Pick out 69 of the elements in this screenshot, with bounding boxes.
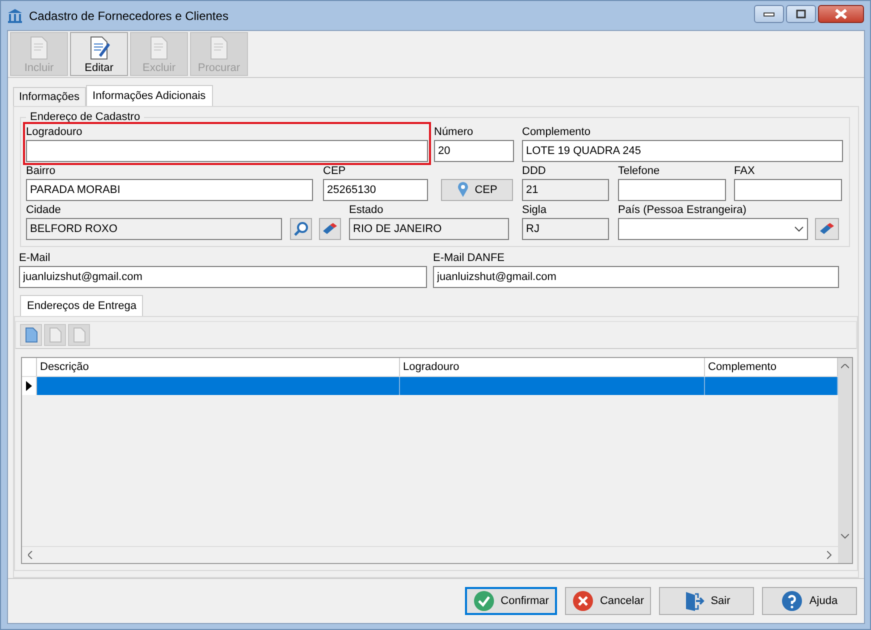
document-icon (47, 326, 63, 344)
field-label: E-Mail (19, 251, 52, 266)
input-field[interactable]: juanluizshut@gmail.com (433, 266, 839, 288)
field-label: Estado (349, 203, 384, 218)
input-field[interactable] (734, 179, 842, 201)
input-field[interactable]: BELFORD ROXO (26, 218, 282, 240)
footer-button[interactable]: Confirmar (464, 587, 557, 615)
scroll-down-icon (841, 534, 849, 539)
field-label: CEP (323, 164, 347, 179)
field-label: FAX (734, 164, 756, 179)
column-header[interactable]: Logradouro (400, 358, 705, 376)
eraser-icon (322, 223, 338, 235)
input-field[interactable]: LOTE 19 QUADRA 245 (522, 140, 843, 162)
field-label: Logradouro (26, 125, 84, 140)
cancel-icon (572, 590, 594, 612)
field-label: Número (434, 125, 474, 140)
footer-button[interactable]: Cancelar (564, 587, 651, 615)
field-label: E-Mail DANFE (433, 251, 506, 266)
check-icon (472, 590, 495, 612)
toolbar-button[interactable]: Editar (70, 32, 128, 76)
field-label: Complemento (522, 125, 592, 140)
input-field[interactable]: 20 (434, 140, 514, 162)
row-pointer-icon (26, 381, 32, 391)
chevron-down-icon (794, 226, 804, 232)
column-header[interactable]: Descrição (37, 358, 400, 376)
group-title: Endereço de Cadastro (29, 111, 142, 123)
scroll-left-icon (28, 551, 33, 559)
help-icon (781, 590, 804, 612)
scroll-up-icon (841, 364, 849, 369)
field-label: País (Pessoa Estrangeira) (618, 203, 748, 218)
input-field[interactable]: RIO DE JANEIRO (349, 218, 509, 240)
field-label: DDD (522, 164, 547, 179)
input-field[interactable]: 25265130 (323, 179, 428, 201)
vertical-scrollbar[interactable] (838, 358, 852, 563)
document-icon (71, 326, 87, 344)
footer-button[interactable]: Sair (659, 587, 754, 615)
eraser-button[interactable] (815, 218, 839, 240)
window-title: Cadastro de Fornecedores e Clientes (29, 8, 228, 22)
tab[interactable]: Endereços de Entrega (20, 295, 144, 316)
document-button[interactable] (20, 324, 42, 346)
field-label: Sigla (522, 203, 548, 218)
cep-button[interactable]: CEP (441, 179, 513, 201)
input-field[interactable] (26, 140, 428, 162)
building-icon (7, 8, 23, 24)
scroll-right-icon (827, 551, 832, 559)
maximize-button[interactable] (786, 5, 816, 23)
input-field[interactable]: RJ (522, 218, 609, 240)
input-field[interactable]: 21 (522, 179, 609, 201)
tab[interactable]: Informações Adicionais (86, 85, 213, 106)
minimize-button[interactable] (754, 5, 784, 23)
dropdown[interactable] (618, 218, 808, 240)
close-button[interactable] (818, 5, 864, 23)
field-label: Cidade (26, 203, 62, 218)
input-field[interactable]: PARADA MORABI (26, 179, 313, 201)
search-icon (293, 221, 309, 237)
maximize-icon (795, 9, 807, 19)
document-icon (23, 326, 39, 344)
minimize-icon (763, 11, 775, 17)
eraser-icon (819, 223, 835, 235)
map-pin-icon (456, 182, 469, 198)
search-button[interactable] (290, 218, 312, 240)
eraser-button[interactable] (319, 218, 341, 240)
field-label: Telefone (618, 164, 661, 179)
close-icon (834, 9, 848, 19)
input-field[interactable]: juanluizshut@gmail.com (19, 266, 427, 288)
input-field[interactable] (618, 179, 726, 201)
tab[interactable]: Informações (13, 87, 86, 106)
footer-button[interactable]: Ajuda (762, 587, 857, 615)
field-label: Bairro (26, 164, 56, 179)
